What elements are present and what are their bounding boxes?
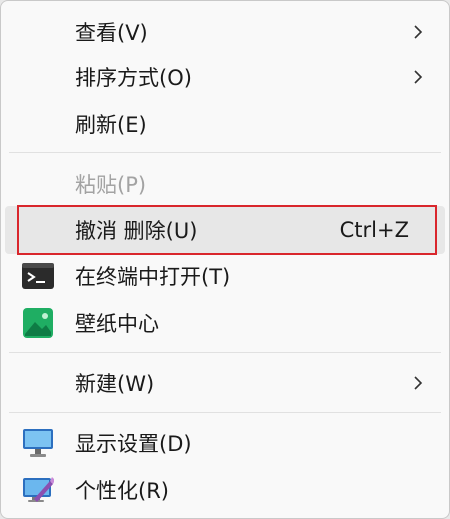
display-icon xyxy=(21,426,55,460)
menu-separator xyxy=(9,412,441,413)
menu-item-view[interactable]: 查看(V) xyxy=(5,8,445,56)
menu-item-refresh[interactable]: 刷新(E) xyxy=(5,100,445,148)
menu-item-sort-by[interactable]: 排序方式(O) xyxy=(5,53,445,101)
menu-item-label: 排序方式(O) xyxy=(75,66,192,90)
chevron-right-icon xyxy=(414,376,423,390)
terminal-icon xyxy=(21,259,55,293)
menu-item-label: 查看(V) xyxy=(75,21,148,45)
menu-item-personalize[interactable]: 个性化(R) xyxy=(5,466,445,514)
context-menu: 查看(V) 排序方式(O) 刷新(E) 粘贴(P) 撤消 删除(U) Ctrl+… xyxy=(0,0,450,519)
menu-item-label: 壁纸中心 xyxy=(75,312,159,336)
menu-item-label: 显示设置(D) xyxy=(75,432,192,456)
menu-item-display-settings[interactable]: 显示设置(D) xyxy=(5,419,445,467)
menu-item-label: 个性化(R) xyxy=(75,479,169,503)
menu-separator xyxy=(9,352,441,353)
menu-item-open-in-terminal[interactable]: 在终端中打开(T) xyxy=(5,252,445,300)
menu-item-label: 新建(W) xyxy=(75,372,155,396)
personalize-icon xyxy=(21,473,55,507)
menu-item-label: 粘贴(P) xyxy=(75,173,147,197)
chevron-right-icon xyxy=(414,70,423,84)
menu-separator xyxy=(9,152,441,153)
menu-item-paste: 粘贴(P) xyxy=(5,160,445,208)
chevron-right-icon xyxy=(414,25,423,39)
menu-item-new[interactable]: 新建(W) xyxy=(5,359,445,407)
highlight-annotation-box xyxy=(17,205,437,255)
menu-item-wallpaper-center[interactable]: 壁纸中心 xyxy=(5,299,445,347)
wallpaper-icon xyxy=(21,306,55,340)
menu-item-label: 在终端中打开(T) xyxy=(75,265,231,289)
menu-item-label: 刷新(E) xyxy=(75,113,147,137)
